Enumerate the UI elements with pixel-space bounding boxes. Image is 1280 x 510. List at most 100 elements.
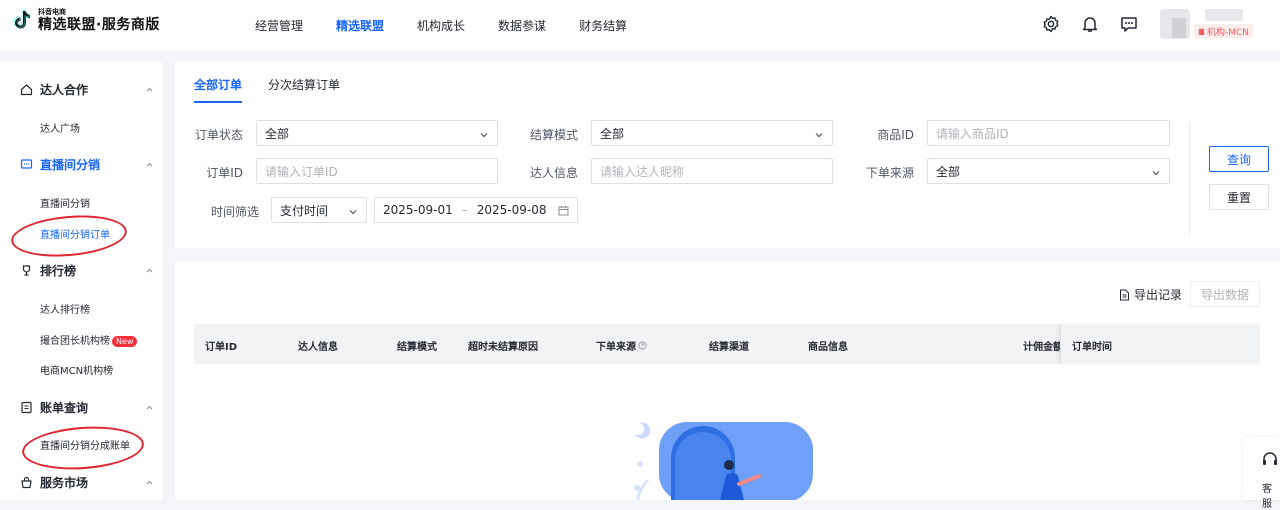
- col-order-time: 订单时间: [1072, 342, 1112, 353]
- role-badge-text: 机构-MCN: [1207, 27, 1250, 38]
- brand-small-text: 抖音电商: [38, 7, 66, 16]
- main-nav: 经营管理 精选联盟 机构成长 数据参谋 财务结算: [255, 0, 660, 50]
- col-timeout-reason: 超时未结算原因: [468, 342, 538, 353]
- export-log-label: 导出记录: [1134, 288, 1183, 302]
- order-source-label: 下单来源: [865, 166, 914, 180]
- order-status-label: 订单状态: [194, 128, 243, 142]
- top-bar: 抖音电商 精选联盟·服务商版 经营管理 精选联盟 机构成长 数据参谋 财务结算 …: [0, 0, 1280, 50]
- date-range-picker[interactable]: 2025-09-01 – 2025-09-08: [374, 197, 578, 223]
- chevron-up-icon: [145, 83, 154, 97]
- end-date[interactable]: 2025-09-08: [477, 203, 547, 217]
- nav-item-alliance[interactable]: 精选联盟: [336, 17, 384, 34]
- query-button[interactable]: 查询: [1209, 146, 1269, 172]
- sidebar-head-live[interactable]: 直播间分销: [0, 154, 162, 174]
- date-separator: –: [461, 203, 468, 217]
- chevron-up-icon: [145, 158, 154, 172]
- headset-icon: [1263, 452, 1277, 465]
- time-type-select[interactable]: 支付时间: [271, 197, 367, 223]
- message-icon[interactable]: [1118, 13, 1140, 35]
- sidebar-head-label: 排行榜: [40, 263, 77, 278]
- live-screen-icon: [20, 158, 33, 171]
- talent-info-label: 达人信息: [529, 166, 578, 180]
- reset-button[interactable]: 重置: [1209, 184, 1269, 210]
- nav-item-finance[interactable]: 财务结算: [579, 17, 627, 34]
- sidebar-item-leader-ranking[interactable]: 撮合团长机构榜 New: [40, 332, 138, 347]
- brand-logo[interactable]: 抖音电商 精选联盟·服务商版: [10, 8, 160, 32]
- col-product-info: 商品信息: [808, 342, 848, 353]
- talent-info-input[interactable]: 请输入达人昵称: [591, 158, 833, 184]
- order-source-value: 全部: [936, 164, 961, 179]
- sidebar-group-market: 服务市场: [0, 472, 162, 492]
- new-badge: New: [112, 336, 138, 347]
- avatar-blur: [1172, 18, 1186, 38]
- settle-mode-label: 结算模式: [529, 128, 578, 142]
- chevron-down-icon: [814, 129, 824, 143]
- chevron-up-icon: [145, 264, 154, 278]
- sidebar-item-label: 撮合团长机构榜: [40, 336, 110, 347]
- tab-all-orders[interactable]: 全部订单: [194, 76, 243, 103]
- notification-bell-icon[interactable]: [1079, 13, 1101, 35]
- chevron-up-icon: [145, 401, 154, 415]
- order-source-select[interactable]: 全部: [927, 158, 1170, 184]
- sidebar-head-label: 账单查询: [40, 400, 89, 415]
- nav-item-business[interactable]: 经营管理: [255, 17, 303, 34]
- table-header: 订单ID 达人信息 结算模式 超时未结算原因 下单来源 结算渠道 商品信息 计佣…: [194, 324, 1260, 364]
- product-id-input[interactable]: 请输入商品ID: [927, 120, 1170, 146]
- export-data-button[interactable]: 导出数据: [1190, 281, 1260, 307]
- filter-divider: [1189, 122, 1190, 235]
- order-id-input[interactable]: 请输入订单ID: [256, 158, 498, 184]
- settle-mode-select[interactable]: 全部: [591, 120, 833, 146]
- nav-item-growth[interactable]: 机构成长: [417, 17, 465, 34]
- order-tabs: 全部订单 分次结算订单: [194, 76, 366, 103]
- settle-mode-value: 全部: [600, 126, 625, 141]
- home-icon: [20, 83, 33, 96]
- sidebar: 达人合作 达人广场 直播间分销 直播间分销 直播间分销订单 排行榜 达人排行榜 …: [0, 62, 162, 500]
- building-icon: [1198, 28, 1205, 35]
- sidebar-group-ranking: 排行榜: [0, 260, 162, 280]
- settings-gear-icon[interactable]: [1040, 13, 1062, 35]
- product-id-label: 商品ID: [877, 128, 914, 142]
- sidebar-item-talent-square[interactable]: 达人广场: [40, 120, 80, 135]
- sidebar-head-billing[interactable]: 账单查询: [0, 397, 162, 417]
- sidebar-head-market[interactable]: 服务市场: [0, 472, 162, 492]
- col-order-id: 订单ID: [205, 342, 238, 353]
- tab-split-settlement[interactable]: 分次结算订单: [268, 76, 340, 103]
- col-order-source-label: 下单来源: [596, 342, 636, 353]
- sidebar-head-talent[interactable]: 达人合作: [0, 79, 162, 99]
- order-list-panel: 导出记录 导出数据 订单ID 达人信息 结算模式 超时未结算原因 下单来源 结算…: [175, 262, 1280, 502]
- nav-item-data[interactable]: 数据参谋: [498, 17, 546, 34]
- empty-state-illustration: [615, 412, 815, 502]
- filter-panel: 全部订单 分次结算订单 订单状态 全部 结算模式 全部 商品ID 请输入商品ID…: [175, 62, 1280, 248]
- sidebar-head-ranking[interactable]: 排行榜: [0, 260, 162, 280]
- annotation-circle: [9, 211, 129, 261]
- order-status-select[interactable]: 全部: [256, 120, 498, 146]
- export-log-link[interactable]: 导出记录: [1119, 286, 1182, 303]
- role-badge: 机构-MCN: [1194, 24, 1254, 38]
- chevron-up-icon: [145, 476, 154, 490]
- chevron-down-icon: [479, 129, 489, 143]
- customer-service-label: 客服: [1262, 484, 1272, 510]
- sidebar-group-talent: 达人合作: [0, 79, 162, 99]
- sidebar-head-label: 服务市场: [40, 475, 89, 490]
- help-circle-icon[interactable]: [638, 341, 647, 350]
- col-settle-mode: 结算模式: [397, 342, 437, 353]
- brand-main-text: 精选联盟·服务商版: [38, 16, 160, 33]
- start-date[interactable]: 2025-09-01: [383, 203, 453, 217]
- bill-icon: [20, 401, 33, 414]
- sidebar-item-talent-ranking[interactable]: 达人排行榜: [40, 301, 90, 316]
- sidebar-group-live: 直播间分销: [0, 154, 162, 174]
- sidebar-item-live-distribution[interactable]: 直播间分销: [40, 195, 90, 210]
- col-settle-channel: 结算渠道: [709, 342, 749, 353]
- col-talent-info: 达人信息: [298, 342, 338, 353]
- time-type-value: 支付时间: [280, 203, 329, 218]
- customer-service-widget[interactable]: 客服: [1243, 437, 1280, 510]
- sidebar-head-label: 直播间分销: [40, 157, 101, 172]
- order-status-value: 全部: [265, 126, 290, 141]
- fixed-column-header: 订单时间: [1060, 324, 1260, 364]
- sidebar-item-mcn-ranking[interactable]: 电商MCN机构榜: [40, 362, 113, 377]
- col-commission: 计佣金额: [1023, 342, 1063, 353]
- chevron-down-icon: [348, 206, 358, 220]
- chevron-down-icon: [1151, 167, 1161, 181]
- order-id-label: 订单ID: [206, 166, 243, 180]
- document-icon: [1120, 289, 1129, 300]
